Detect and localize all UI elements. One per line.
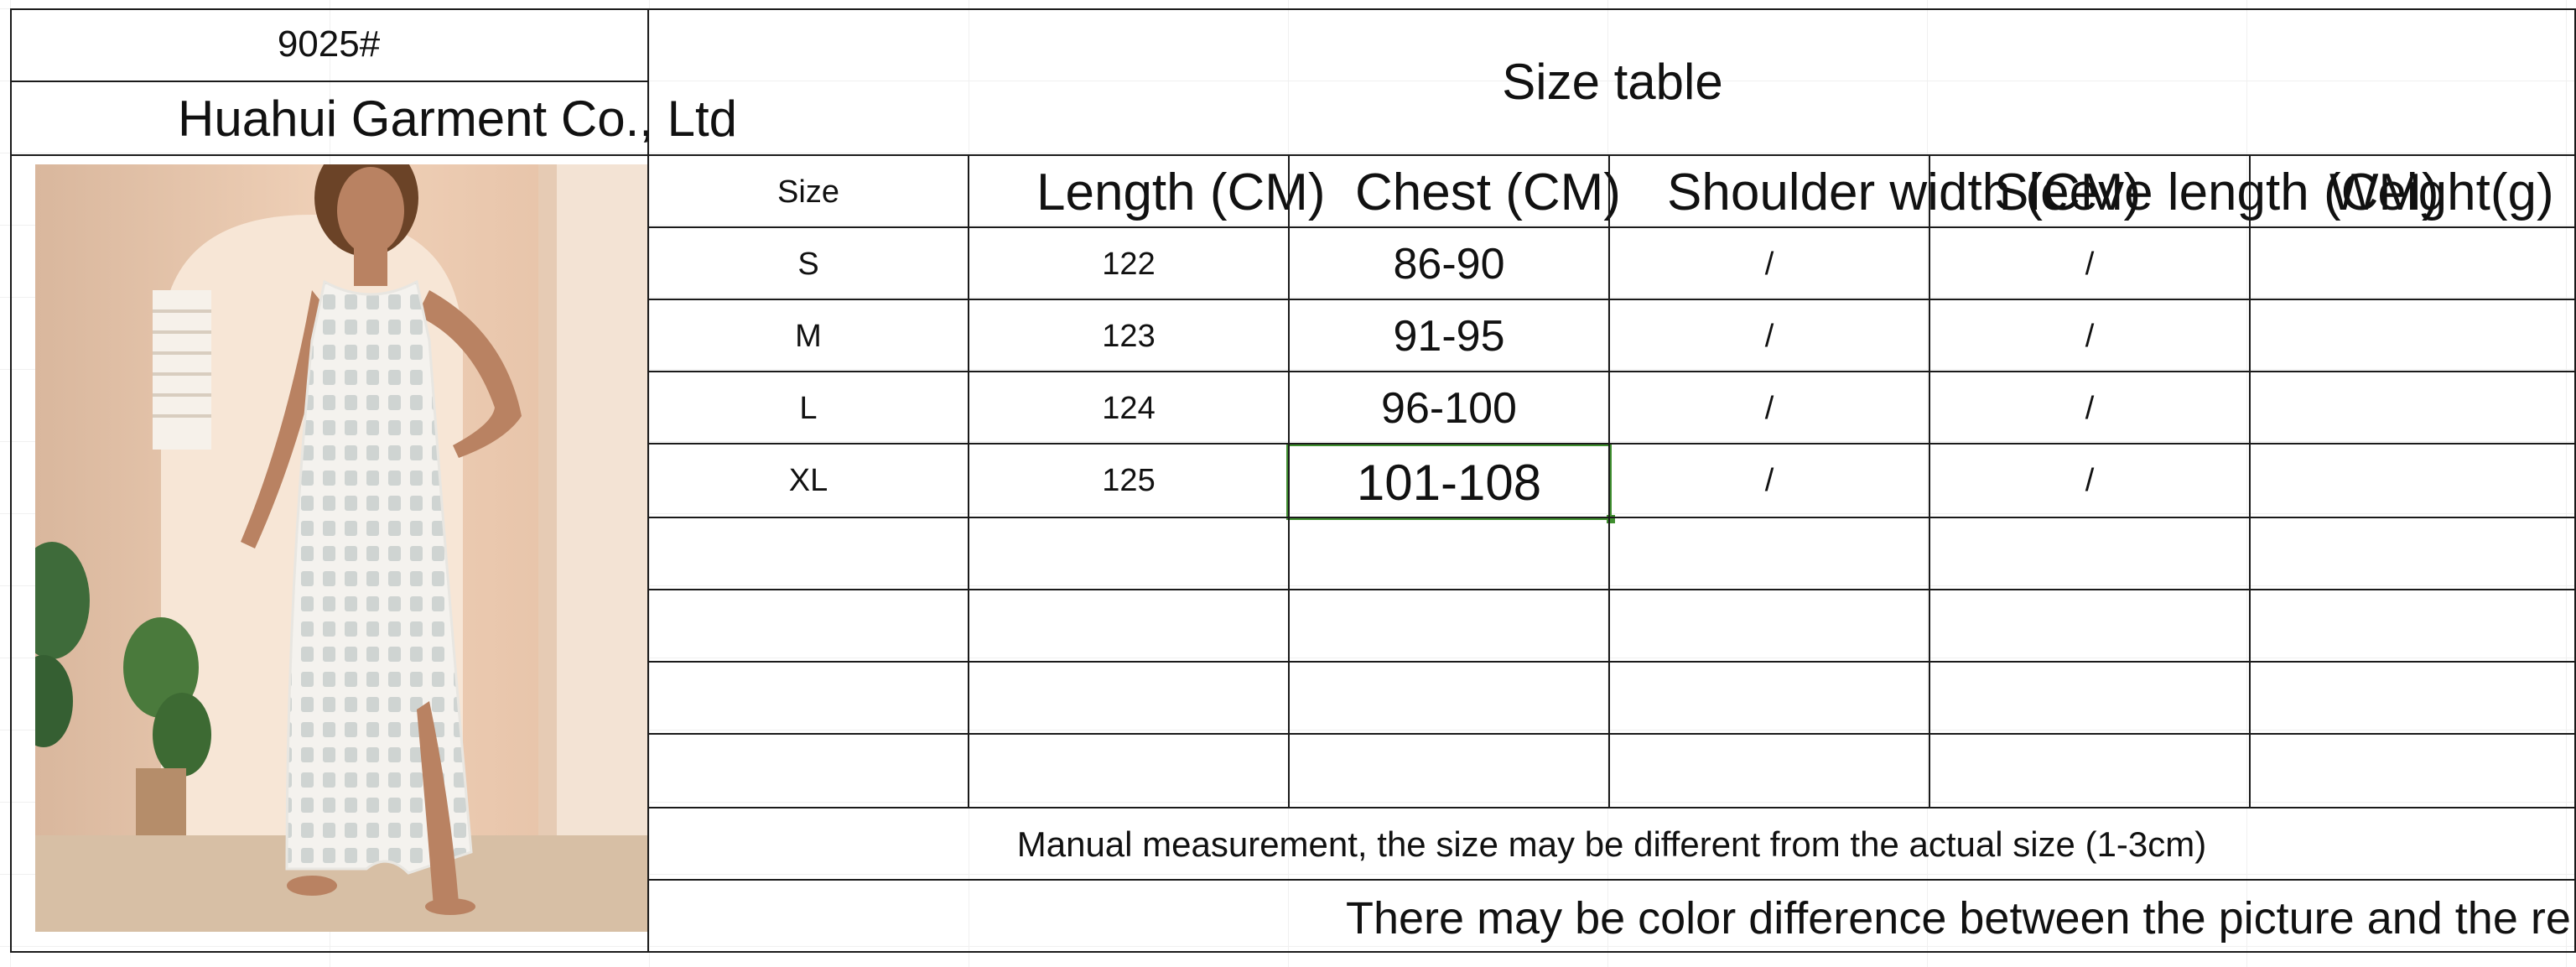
grid-line (2249, 154, 2251, 808)
row-xl-sleeve[interactable]: / (1930, 445, 2249, 517)
cell-value: XL (788, 462, 828, 498)
row-l-size[interactable]: L (649, 372, 968, 445)
row-s-shoulder[interactable]: / (1610, 228, 1929, 300)
row-m-chest[interactable]: 91-95 (1290, 300, 1608, 372)
row-xl-weight[interactable] (2251, 445, 2574, 517)
row-l-shoulder[interactable]: / (1610, 372, 1929, 445)
product-photo (35, 164, 647, 932)
grid-line (1929, 154, 1930, 808)
cell-value: 86-90 (1393, 240, 1505, 289)
product-code: 9025# (277, 23, 381, 65)
header-length-label: Length (CM) (1036, 163, 1326, 221)
row-s-length[interactable]: 122 (969, 228, 1288, 300)
cell-value: / (2085, 390, 2095, 426)
row-l-length[interactable]: 124 (969, 372, 1288, 445)
row-m-shoulder[interactable]: / (1610, 300, 1929, 372)
cell-value: 91-95 (1393, 312, 1505, 361)
grid-line (649, 589, 2576, 590)
grid-line (1288, 154, 1290, 808)
measurement-note: Manual measurement, the size may be diff… (1016, 824, 2207, 864)
grid-line (649, 807, 2576, 808)
size-table-title: Size table (1502, 53, 1723, 110)
product-code-cell[interactable]: 9025# (10, 8, 647, 81)
grid-line (968, 154, 969, 808)
row-xl-size[interactable]: XL (649, 445, 968, 517)
cell-value: / (2085, 246, 2095, 282)
header-chest[interactable]: Chest (CM) (1290, 156, 1659, 228)
grid-line (649, 879, 2576, 881)
header-size-label: Size (777, 174, 839, 210)
grid-line (10, 8, 2576, 10)
size-table-title-cell[interactable]: Size table (649, 8, 2576, 154)
color-note-cell[interactable]: There may be color difference between th… (1346, 881, 2570, 953)
cell-value: / (2085, 318, 2095, 354)
grid-line (10, 8, 12, 953)
row-s-size[interactable]: S (649, 228, 968, 300)
grid-line (649, 517, 2576, 518)
header-chest-label: Chest (CM) (1355, 163, 1621, 221)
grid-line (647, 8, 649, 953)
size-chart-sheet: 9025# Huahui Garment Co., Ltd Size table… (10, 8, 2576, 953)
cell-value: S (797, 246, 819, 282)
row-m-length[interactable]: 123 (969, 300, 1288, 372)
grid-line (649, 226, 2576, 228)
grid-line (649, 733, 2576, 735)
cell-value: L (799, 390, 818, 426)
grid-line (649, 299, 2576, 300)
header-weight[interactable]: Weight(g) (2251, 156, 2576, 228)
grid-line (1608, 154, 1610, 808)
cell-value: 123 (1102, 318, 1156, 354)
row-m-sleeve[interactable]: / (1930, 300, 2249, 372)
row-s-weight[interactable] (2251, 228, 2574, 300)
measurement-note-cell[interactable]: Manual measurement, the size may be diff… (649, 808, 2574, 881)
row-l-sleeve[interactable]: / (1930, 372, 2249, 445)
empty-rows-area[interactable] (649, 518, 2574, 807)
row-s-chest[interactable]: 86-90 (1290, 228, 1608, 300)
cell-value: / (1764, 318, 1774, 354)
grid-line (649, 443, 2576, 445)
grid-line (10, 951, 2576, 953)
cell-value: 122 (1102, 246, 1156, 282)
header-size[interactable]: Size (649, 156, 968, 228)
grid-line (649, 371, 2576, 372)
cell-value: 96-100 (1381, 384, 1517, 433)
row-l-weight[interactable] (2251, 372, 2574, 445)
row-l-chest[interactable]: 96-100 (1290, 372, 1608, 445)
grid-line (10, 81, 649, 82)
row-m-size[interactable]: M (649, 300, 968, 372)
row-s-sleeve[interactable]: / (1930, 228, 2249, 300)
header-weight-label: Weight(g) (2329, 163, 2554, 221)
row-m-weight[interactable] (2251, 300, 2574, 372)
cell-value: / (1764, 462, 1774, 498)
cell-value: / (1764, 246, 1774, 282)
row-xl-length[interactable]: 125 (969, 445, 1288, 517)
selected-cell-highlight (1286, 443, 1612, 520)
cell-value: / (2085, 462, 2095, 498)
color-note: There may be color difference between th… (1346, 893, 2570, 944)
cell-value: 124 (1102, 390, 1156, 426)
cell-value: 125 (1102, 462, 1156, 498)
grid-line (649, 661, 2576, 663)
cell-value: / (1764, 390, 1774, 426)
grid-line (649, 154, 2576, 156)
cell-value: M (795, 318, 822, 354)
grid-line (10, 154, 649, 156)
row-xl-shoulder[interactable]: / (1610, 445, 1929, 517)
